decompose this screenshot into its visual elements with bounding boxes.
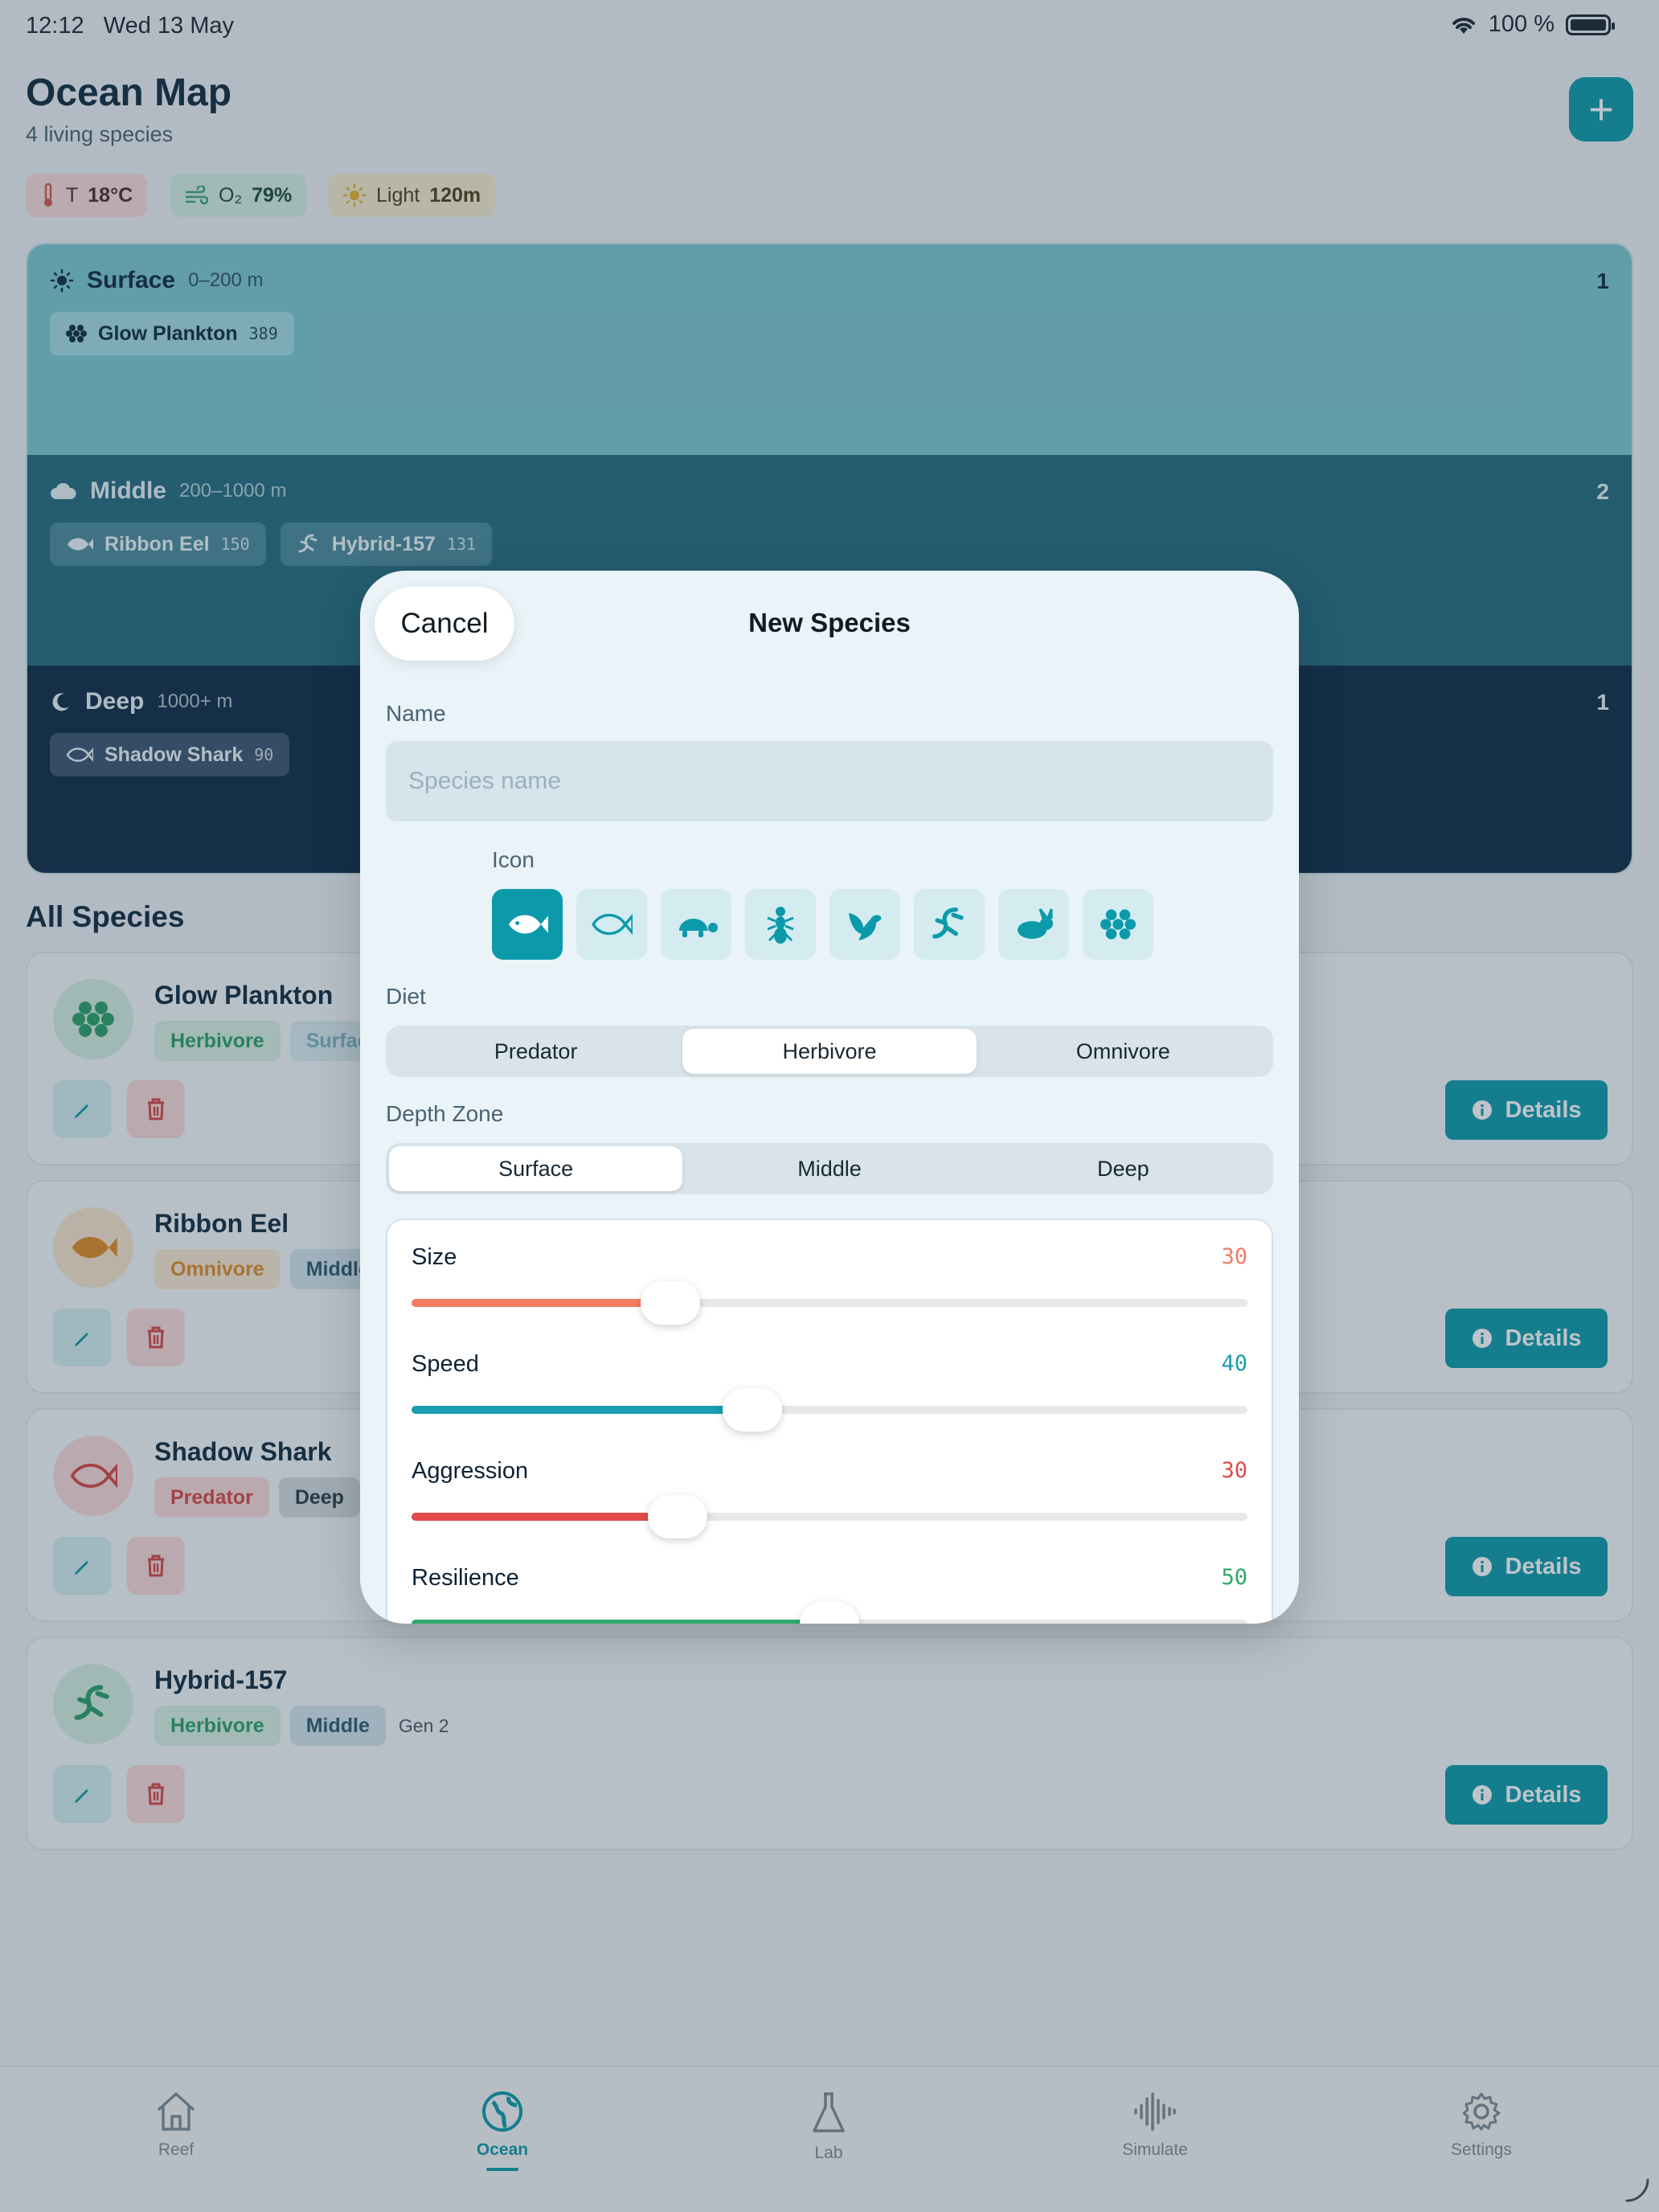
slider-track[interactable] — [412, 1495, 1247, 1538]
slider-label: Speed — [412, 1351, 479, 1377]
name-label: Name — [386, 701, 446, 726]
bird-icon — [849, 913, 882, 940]
icon-option-fish-outline[interactable] — [576, 889, 647, 960]
depth-zone-label: Depth Zone — [386, 1101, 504, 1126]
fish-outline-icon — [592, 913, 633, 936]
resize-grip-icon[interactable] — [1622, 2175, 1651, 2204]
depth-zone-segmented-control: Surface Middle Deep — [386, 1143, 1273, 1194]
rabbit-icon — [1018, 908, 1053, 939]
slider-fill — [412, 1513, 678, 1521]
zone-option-deep[interactable]: Deep — [977, 1146, 1270, 1191]
zone-option-surface[interactable]: Surface — [389, 1146, 683, 1191]
diet-label: Diet — [386, 984, 426, 1009]
icon-label: Icon — [492, 847, 535, 872]
diet-option-herbivore[interactable]: Herbivore — [682, 1029, 977, 1074]
slider-fill — [412, 1406, 753, 1414]
icon-option-cluster[interactable] — [1083, 889, 1153, 960]
slider-value: 30 — [1221, 1244, 1247, 1269]
species-name-input[interactable] — [386, 741, 1273, 821]
lizard-icon — [932, 907, 964, 939]
icon-option-fish-filled[interactable] — [492, 889, 563, 960]
icon-option-ant[interactable] — [745, 889, 816, 960]
diet-option-predator[interactable]: Predator — [389, 1029, 682, 1074]
zone-option-middle[interactable]: Middle — [682, 1146, 976, 1191]
slider-thumb[interactable] — [800, 1602, 859, 1624]
diet-segmented-control: Predator Herbivore Omnivore — [386, 1026, 1273, 1077]
slider-value: 30 — [1221, 1458, 1247, 1483]
slider-value: 40 — [1221, 1351, 1247, 1376]
slider-thumb[interactable] — [641, 1281, 701, 1325]
slider-track[interactable] — [412, 1602, 1247, 1624]
cluster-icon — [1100, 909, 1136, 940]
turtle-icon — [679, 918, 718, 937]
slider-thumb[interactable] — [647, 1495, 707, 1538]
slider-label: Size — [412, 1244, 457, 1270]
new-species-modal: Cancel New Species Name Icon Diet Pre — [360, 571, 1299, 1624]
icon-option-rabbit[interactable] — [998, 889, 1069, 960]
fish-filled-icon — [509, 915, 548, 934]
slider-track[interactable] — [412, 1388, 1247, 1432]
slider-label: Aggression — [412, 1458, 529, 1484]
icon-picker — [492, 889, 1153, 960]
icon-option-bird[interactable] — [830, 889, 900, 960]
diet-option-omnivore[interactable]: Omnivore — [977, 1029, 1270, 1074]
icon-option-turtle[interactable] — [661, 889, 731, 960]
slider-fill — [412, 1299, 671, 1307]
icon-option-lizard[interactable] — [914, 889, 985, 960]
modal-title: New Species — [748, 608, 911, 637]
attribute-sliders-panel: Size 30 Speed 40 Aggression 30 Resilienc… — [386, 1219, 1273, 1624]
slider-label: Resilience — [412, 1565, 519, 1591]
slider-fill — [412, 1620, 830, 1624]
ant-icon — [767, 907, 794, 944]
slider-thumb[interactable] — [723, 1388, 783, 1432]
slider-value: 50 — [1221, 1565, 1247, 1590]
slider-track[interactable] — [412, 1281, 1247, 1325]
